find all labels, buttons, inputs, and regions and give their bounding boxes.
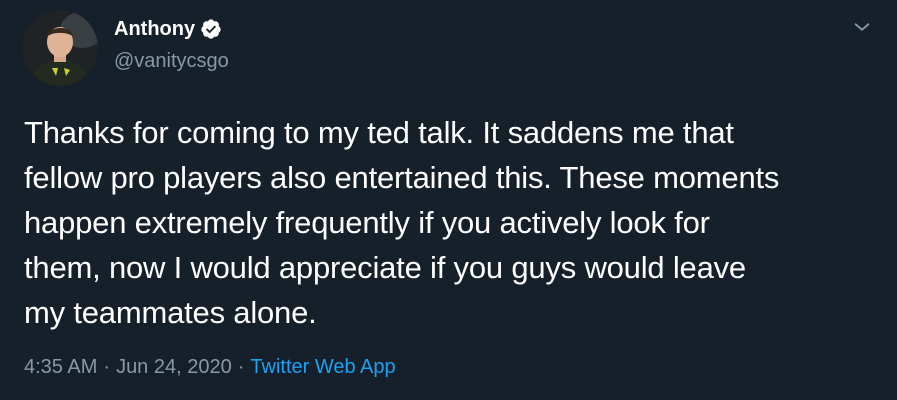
tweet-text: Thanks for coming to my ted talk. It sad… <box>24 110 884 335</box>
meta-separator: · <box>103 356 111 378</box>
verified-badge-icon <box>200 18 222 40</box>
avatar-image <box>22 10 98 86</box>
tweet-text-line: Thanks for coming to my ted talk. It sad… <box>24 115 734 150</box>
meta-separator: · <box>237 356 245 378</box>
display-name[interactable]: Anthony <box>114 14 195 44</box>
tweet-timestamp[interactable]: 4:35 AM <box>24 356 97 378</box>
tweet-text-line: happen extremely frequently if you activ… <box>24 205 710 240</box>
name-row: Anthony <box>114 14 229 44</box>
tweet-card: Anthony @vanitycsgo Thanks for coming to… <box>0 0 897 400</box>
tweet-header: Anthony @vanitycsgo <box>114 14 229 76</box>
tweet-text-line: them, now I would appreciate if you guys… <box>24 250 746 285</box>
author-handle[interactable]: @vanitycsgo <box>114 46 229 76</box>
tweet-date[interactable]: Jun 24, 2020 <box>116 356 232 378</box>
tweet-text-line: my teammates alone. <box>24 295 317 330</box>
avatar[interactable] <box>22 10 98 86</box>
tweet-source-link[interactable]: Twitter Web App <box>250 356 395 378</box>
tweet-metadata: 4:35 AM · Jun 24, 2020 · Twitter Web App <box>24 352 396 382</box>
chevron-down-icon[interactable] <box>851 16 873 38</box>
tweet-text-line: fellow pro players also entertained this… <box>24 160 780 195</box>
